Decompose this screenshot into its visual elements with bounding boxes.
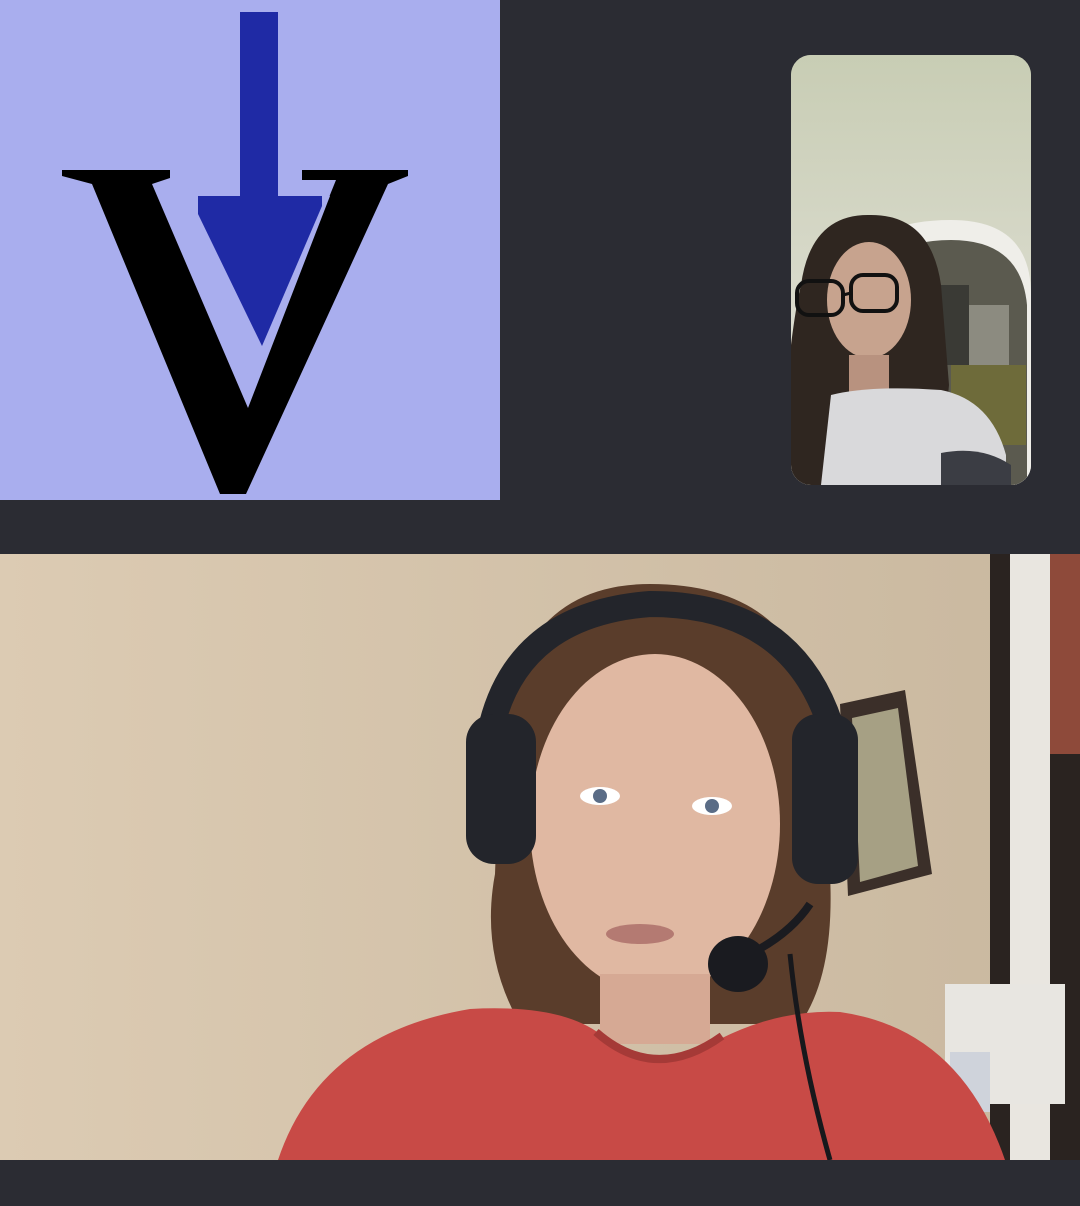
shared-content-tile[interactable]: [0, 0, 500, 500]
main-participant-video[interactable]: [0, 554, 1080, 1160]
logo-image: [62, 12, 408, 494]
participant-camera-image: [0, 554, 1080, 1160]
bottom-bar: [0, 1160, 1080, 1206]
self-view-camera-image: [791, 55, 1031, 485]
video-call-screen: [0, 0, 1080, 1206]
self-view-video[interactable]: [791, 55, 1031, 485]
